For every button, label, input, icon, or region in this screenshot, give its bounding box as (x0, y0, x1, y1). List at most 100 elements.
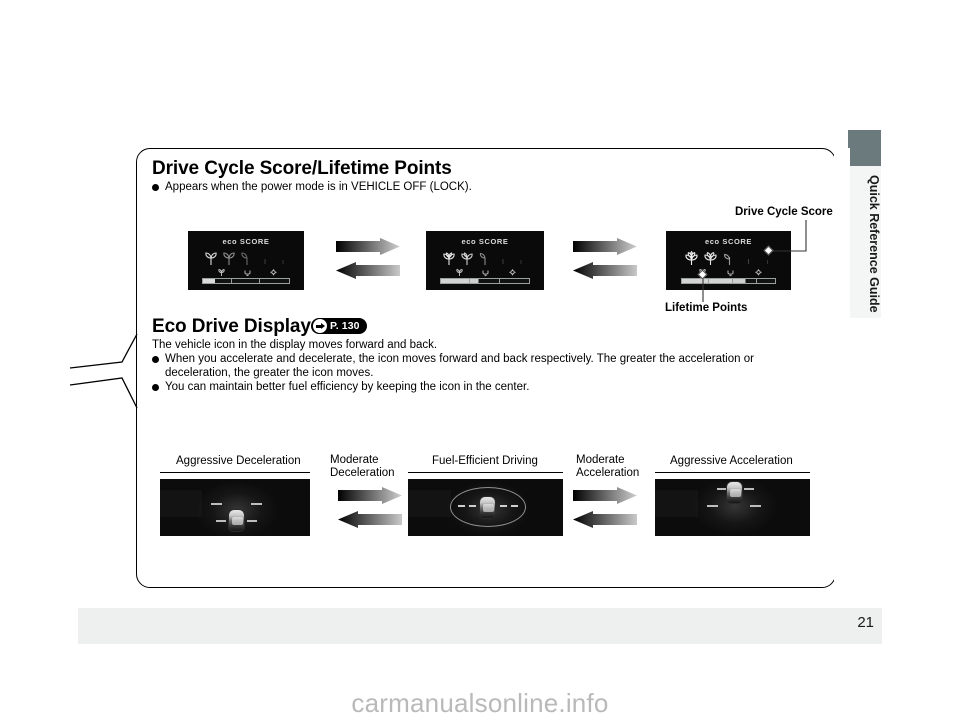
leaf-icon-4 (747, 259, 750, 264)
label-fuel-efficient-driving: Fuel-Efficient Driving (432, 455, 538, 467)
arrow-right-icon (573, 238, 637, 279)
leaf-icon-5 (282, 260, 284, 264)
leaf-icon-1 (443, 252, 455, 265)
drive-display-aggressive-acceleration (655, 479, 810, 536)
side-tab-color-block (848, 130, 881, 166)
display-dark-region (655, 490, 699, 517)
tick-lower-left (707, 505, 718, 507)
vehicle-icon (228, 509, 245, 532)
label-aggressive-acceleration: Aggressive Acceleration (670, 455, 793, 467)
leaf-icon-4 (264, 259, 266, 264)
rule-aggressive-deceleration (160, 472, 310, 474)
label-moderate-deceleration-line1: Moderate (330, 454, 379, 466)
meter-icon-row (446, 268, 526, 277)
tick-upper-right (744, 488, 754, 490)
leaf-icon-3 (724, 253, 731, 265)
drive-display-fuel-efficient (408, 479, 563, 536)
leaf-icon-1 (205, 252, 217, 265)
gear-small-icon (509, 269, 516, 276)
section-two-intro: The vehicle icon in the display moves fo… (152, 339, 438, 351)
eco-score-title: eco SCORE (461, 237, 509, 246)
leaf-icon-2 (461, 252, 473, 265)
bar-segment-2 (232, 279, 261, 283)
leaf-icon-5 (520, 260, 522, 264)
manual-page: 21 carmanualsonline.info Quick Reference… (0, 0, 960, 722)
vehicle-icon (726, 481, 743, 504)
leaf-row (202, 250, 292, 266)
site-watermark: carmanualsonline.info (351, 688, 609, 718)
gear-small-icon (754, 269, 762, 276)
drive-display-aggressive-deceleration (160, 479, 310, 536)
leader-line-lower (69, 377, 138, 409)
cup-small-icon (244, 270, 250, 277)
leaf-icon-3 (241, 252, 248, 265)
leaf-small-icon (217, 269, 225, 276)
gear-small-icon (269, 269, 277, 276)
leaf-icon-4 (502, 259, 504, 264)
arrow-pair-upper-right (573, 238, 637, 287)
leaf-icon-2 (223, 252, 235, 265)
label-moderate-acceleration-line1: Moderate (576, 454, 625, 466)
tick-lower-right (750, 505, 761, 507)
content-box-right-mask (834, 148, 850, 590)
label-moderate-deceleration-line2: Deceleration (330, 467, 395, 479)
vehicle-icon (479, 496, 496, 519)
rule-fuel-efficient-driving (408, 472, 563, 474)
dash-right-2 (511, 505, 518, 507)
page-reference-badge[interactable]: P. 130 (311, 318, 367, 334)
meter-icon-row (208, 268, 286, 277)
tick-lower-right (247, 520, 257, 522)
bullet-icon (152, 355, 159, 363)
bar-segment-4 (757, 279, 775, 283)
bullet-icon (152, 383, 159, 391)
leaf-row (440, 250, 532, 266)
bar-segment-1 (203, 279, 232, 283)
arrow-right-circle-icon (313, 319, 327, 333)
section-one-bullet-text: Appears when the power mode is in VEHICL… (165, 181, 472, 193)
label-moderate-acceleration-line2: Acceleration (576, 467, 640, 479)
cup-small-icon (483, 270, 489, 277)
bullet-icon (152, 183, 159, 191)
bar-segment-3 (500, 279, 529, 283)
arrow-right-icon (573, 487, 637, 528)
arrow-right-icon (336, 238, 400, 279)
page-reference-text: P. 130 (330, 320, 360, 332)
footer-bar (78, 608, 882, 644)
section-two-bullet-2: You can maintain better fuel efficiency … (152, 380, 772, 394)
section-one-bullet: Appears when the power mode is in VEHICL… (152, 180, 672, 194)
section-two-bullet-1-text: When you accelerate and decelerate, the … (165, 353, 754, 379)
tick-upper-right (251, 503, 262, 505)
dash-left-1 (458, 505, 465, 507)
dash-right-1 (500, 505, 507, 507)
bar-segment-3 (733, 279, 758, 283)
eco-score-display-low: eco SCORE (188, 231, 304, 290)
callout-lifetime-points-line (702, 275, 704, 302)
section-one-title: Drive Cycle Score/Lifetime Points (152, 158, 452, 179)
section-two-bullet-2-text: You can maintain better fuel efficiency … (165, 381, 530, 393)
tick-upper-left (211, 503, 222, 505)
section-two-title: Eco Drive Display (152, 316, 311, 337)
page-number: 21 (857, 614, 874, 631)
dash-left-2 (469, 505, 476, 507)
section-two-bullet-1: When you accelerate and decelerate, the … (152, 352, 772, 380)
arrow-pair-lower-left (338, 487, 402, 536)
lifetime-points-bar (202, 278, 290, 284)
leaf-icon-3 (479, 252, 486, 265)
bar-segment-3 (260, 279, 289, 283)
cup-small-icon (727, 270, 733, 277)
eco-score-display-mid: eco SCORE (426, 231, 544, 290)
bar-segment-1 (441, 279, 471, 283)
arrow-right-icon (338, 487, 402, 528)
arrow-pair-lower-right (573, 487, 637, 536)
bar-segment-2 (470, 279, 500, 283)
leaf-icon-2 (704, 252, 717, 265)
display-dark-region (408, 490, 452, 517)
side-tab-label: Quick Reference Guide (867, 175, 881, 313)
tick-lower-left (216, 520, 226, 522)
label-aggressive-deceleration: Aggressive Deceleration (176, 455, 301, 467)
lifetime-points-bar (440, 278, 530, 284)
eco-score-title: eco SCORE (222, 237, 270, 246)
leaf-icon-1 (685, 250, 698, 265)
leaf-small-icon (456, 269, 463, 276)
arrow-pair-upper-left (336, 238, 400, 287)
